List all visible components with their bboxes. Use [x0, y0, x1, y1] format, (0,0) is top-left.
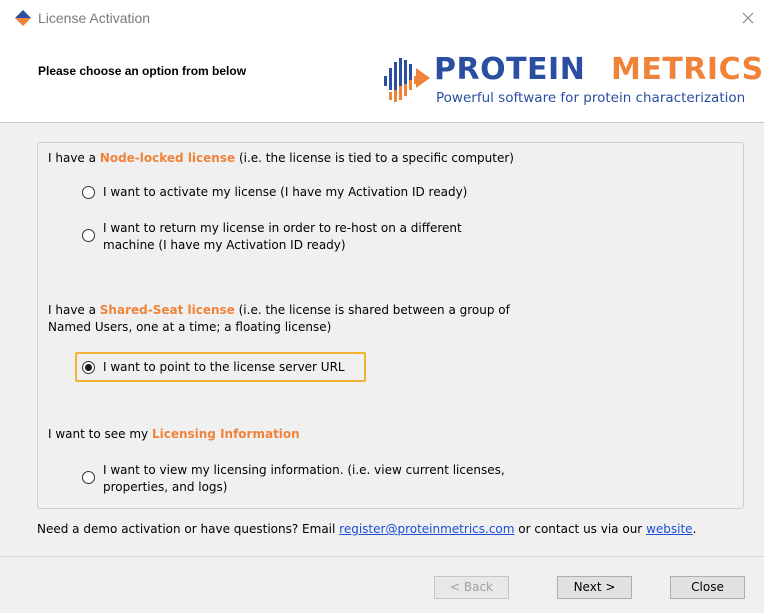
- node-locked-highlight: Node-locked license: [99, 151, 236, 165]
- licensing-info-highlight: Licensing Information: [151, 427, 300, 441]
- back-button[interactable]: < Back: [434, 576, 509, 599]
- logo-tagline: Powerful software for protein characteri…: [436, 90, 746, 106]
- close-icon[interactable]: [740, 10, 756, 26]
- protein-metrics-logo-icon: [384, 58, 430, 102]
- title-bar: License Activation: [0, 0, 764, 36]
- radio-view-licensing-info[interactable]: I want to view my licensing information.…: [82, 462, 505, 496]
- logo-word-metrics: METRICS: [611, 52, 764, 87]
- radio-label: I want to view my licensing information.…: [103, 463, 505, 494]
- shared-seat-highlight: Shared-Seat license: [99, 303, 235, 317]
- radio-button-selected[interactable]: [82, 361, 95, 374]
- button-bar: [0, 556, 764, 613]
- logo-word-protein: PROTEIN: [434, 52, 586, 87]
- licensing-info-heading: I want to see my Licensing Information: [48, 427, 300, 441]
- radio-point-to-server[interactable]: I want to point to the license server UR…: [82, 359, 345, 376]
- wizard-header: Please choose an option from below PROTE…: [0, 36, 764, 123]
- close-button[interactable]: Close: [670, 576, 745, 599]
- radio-button[interactable]: [82, 186, 95, 199]
- app-logo-icon: [15, 10, 31, 26]
- radio-button[interactable]: [82, 471, 95, 484]
- node-locked-heading: I have a Node-locked license (i.e. the l…: [48, 151, 514, 165]
- email-link[interactable]: register@proteinmetrics.com: [339, 522, 514, 536]
- header-prompt: Please choose an option from below: [38, 64, 247, 78]
- radio-activate-license[interactable]: I want to activate my license (I have my…: [82, 184, 467, 201]
- radio-return-license[interactable]: I want to return my license in order to …: [82, 220, 462, 254]
- next-button[interactable]: Next >: [557, 576, 632, 599]
- shared-seat-heading: I have a Shared-Seat license (i.e. the l…: [48, 303, 510, 334]
- help-text: Need a demo activation or have questions…: [37, 522, 697, 536]
- radio-button[interactable]: [82, 229, 95, 242]
- website-link[interactable]: website: [646, 522, 693, 536]
- window-title: License Activation: [38, 10, 151, 26]
- radio-label: I want to activate my license (I have my…: [103, 185, 468, 199]
- radio-label: I want to return my license in order to …: [103, 221, 462, 252]
- radio-label: I want to point to the license server UR…: [103, 360, 345, 374]
